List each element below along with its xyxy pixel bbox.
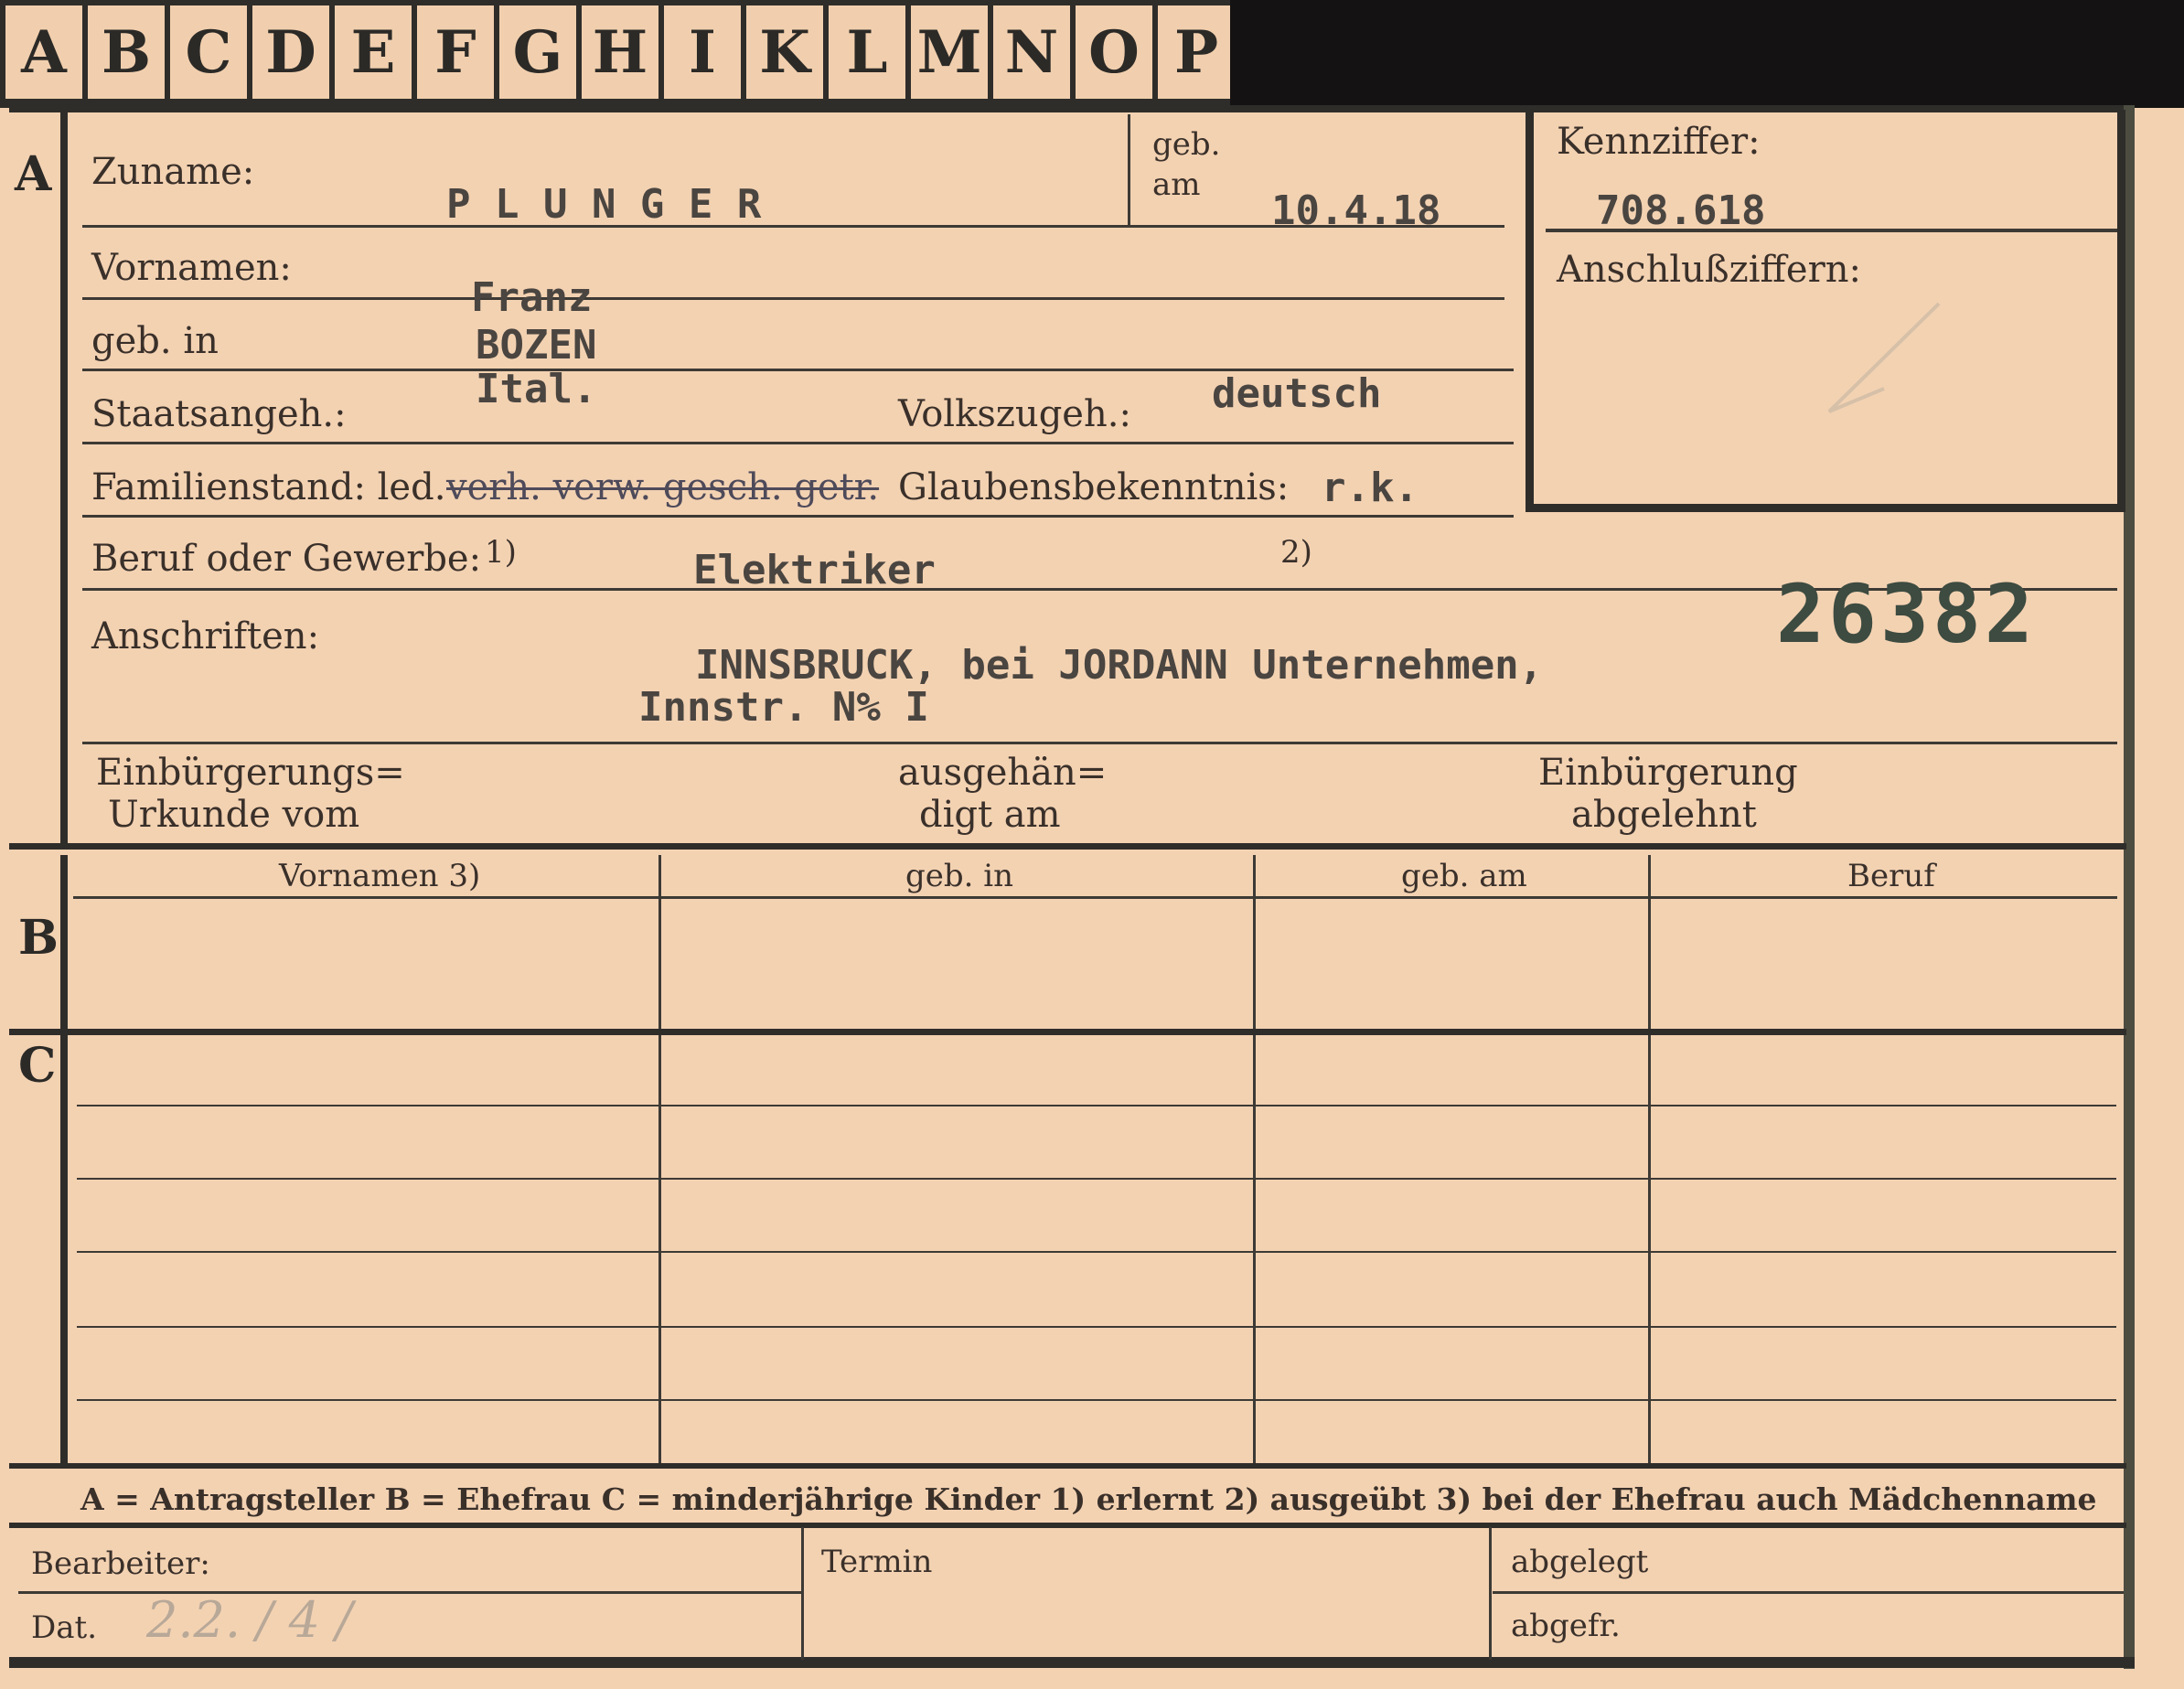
vornamen-value: Franz: [471, 274, 593, 321]
alphabet-tabs: ABCDEFGHIKLMNOP: [0, 0, 1240, 108]
pencil-check-mark: [1827, 302, 1941, 413]
anschriften-label: Anschriften:: [91, 615, 320, 657]
geb-divider: [1128, 114, 1130, 226]
footer-col-1: [801, 1527, 804, 1660]
card-top-shadow: [1230, 0, 2184, 108]
alphabet-tab-a: A: [0, 0, 88, 108]
footer-line-right: [1493, 1591, 2124, 1594]
geb-label: geb.: [1152, 126, 1221, 163]
c-row-line-1: [77, 1105, 2116, 1106]
familienstand-options: verh. verw. gesch. getr.: [446, 466, 880, 508]
col-line-1: [658, 855, 661, 1463]
ausgeh-label-2: digt am: [919, 794, 1061, 836]
ausgeh-label-1: ausgehän=: [898, 752, 1108, 794]
einb-abgelehnt-label-1: Einbürgerung: [1538, 752, 1798, 794]
section-a-bottom: [9, 843, 2126, 850]
alphabet-tab-p: P: [1152, 0, 1240, 108]
volkszugeh-label: Volkszugeh.:: [898, 393, 1131, 435]
alphabet-tab-e: E: [329, 0, 417, 108]
alphabet-tab-m: M: [905, 0, 993, 108]
geb-in-label: geb. in: [91, 320, 219, 362]
alphabet-tab-c: C: [165, 0, 252, 108]
alphabet-tab-h: H: [576, 0, 664, 108]
anschluss-label: Anschlußziffern:: [1557, 249, 1861, 291]
section-b-bottom: [9, 1029, 2126, 1035]
einb-urkunde-label-2: Urkunde vom: [108, 794, 360, 836]
abgelegt-label: abgelegt: [1511, 1544, 1649, 1580]
c-row-line-3: [77, 1251, 2116, 1253]
footer-line-left: [18, 1591, 801, 1594]
kennziffer-value: 708.618: [1596, 187, 1766, 234]
row-line-vornamen: [82, 297, 1504, 300]
alphabet-tab-k: K: [741, 0, 829, 108]
row-line-anschriften: [82, 742, 2117, 744]
c-row-line-2: [77, 1178, 2116, 1180]
col-header-vornamen: Vornamen 3): [279, 858, 481, 894]
footer-col-2: [1489, 1527, 1492, 1660]
frame-bottom: [9, 1657, 2135, 1668]
bearbeiter-label: Bearbeiter:: [31, 1545, 210, 1582]
alphabet-tab-l: L: [823, 0, 911, 108]
anschrift-line-1: INNSBRUCK, bei JORDANN Unternehmen,: [695, 642, 1544, 689]
zuname-label: Zuname:: [91, 151, 255, 193]
glaubens-value: r.k.: [1322, 465, 1419, 511]
vornamen-label: Vornamen:: [91, 247, 292, 289]
beruf-label: Beruf oder Gewerbe:: [91, 538, 482, 580]
col-header-geb-in: geb. in: [905, 858, 1014, 894]
alphabet-tab-f: F: [412, 0, 499, 108]
frame-left-a: [60, 108, 68, 849]
legend-bottom: [9, 1523, 2126, 1528]
alphabet-tab-n: N: [988, 0, 1076, 108]
c-row-line-5: [77, 1399, 2116, 1401]
volkszugeh-value: deutsch: [1212, 370, 1382, 417]
section-b-label: B: [18, 910, 59, 966]
kennziffer-label: Kennziffer:: [1557, 121, 1761, 163]
abgefr-label: abgefr.: [1511, 1608, 1621, 1644]
row-line-familie: [82, 515, 1514, 518]
frame-left-bc: [60, 855, 68, 1468]
zuname-value: P L U N G E R: [446, 181, 762, 228]
geb-in-value: BOZEN: [476, 322, 597, 369]
col-header-beruf: Beruf: [1847, 858, 1935, 894]
dat-handwritten-value: 2.2. / 4 /: [146, 1591, 353, 1649]
alphabet-tab-i: I: [658, 0, 746, 108]
familienstand-label: Familienstand: led.: [91, 466, 446, 508]
termin-label: Termin: [821, 1544, 933, 1580]
legend-text: A = Antragsteller B = Ehefrau C = minder…: [80, 1481, 2097, 1517]
glaubens-label: Glaubensbekenntnis:: [898, 466, 1290, 508]
beruf-note-2: 2): [1280, 534, 1312, 571]
col-header-geb-am: geb. am: [1401, 858, 1527, 894]
row-line-staat: [82, 442, 1514, 444]
beruf-note-1: 1): [485, 534, 517, 571]
dat-label: Dat.: [31, 1609, 98, 1646]
einb-abgelehnt-label-2: abgelehnt: [1571, 794, 1757, 836]
table-b-header-line: [73, 896, 2117, 899]
einb-urkunde-label-1: Einbürgerungs=: [96, 752, 405, 794]
am-label: am: [1152, 166, 1201, 203]
section-a-label: A: [15, 146, 52, 202]
c-row-line-4: [77, 1326, 2116, 1328]
beruf-value: Elektriker: [693, 547, 936, 593]
alphabet-tab-b: B: [82, 0, 170, 108]
alphabet-tab-d: D: [247, 0, 335, 108]
section-c-label: C: [18, 1038, 57, 1094]
alphabet-tab-g: G: [494, 0, 582, 108]
col-line-2: [1253, 855, 1256, 1463]
staatsangeh-label: Staatsangeh.:: [91, 393, 347, 435]
anschrift-line-2: Innstr. N% I: [638, 684, 929, 731]
staatsangeh-value: Ital.: [476, 366, 597, 412]
section-c-bottom: [9, 1463, 2126, 1469]
geb-am-value: 10.4.18: [1271, 187, 1441, 234]
col-line-3: [1648, 855, 1651, 1463]
file-number-stamp: 26382: [1776, 567, 2037, 661]
alphabet-tab-o: O: [1070, 0, 1158, 108]
